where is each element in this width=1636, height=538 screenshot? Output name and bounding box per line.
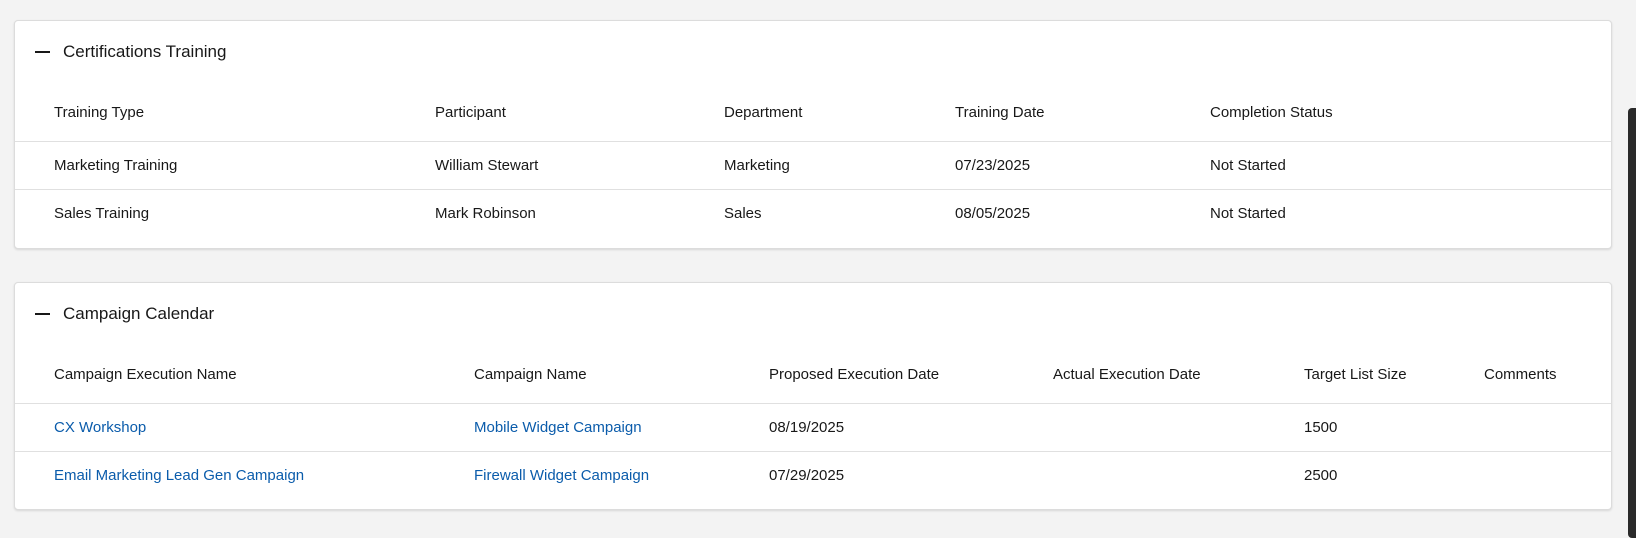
cell-campaign-name: Firewall Widget Campaign: [474, 451, 769, 499]
card-title: Campaign Calendar: [63, 304, 215, 323]
cell-completion-status: Not Started: [1210, 189, 1611, 237]
column-header-proposed-execution-date[interactable]: Proposed Execution Date: [769, 345, 1053, 404]
cell-proposed-execution-date: 08/19/2025: [769, 403, 1053, 452]
certifications-table: Training Type Participant Department Tra…: [15, 83, 1611, 237]
campaign-calendar-card: Campaign Calendar Campaign Execution Nam…: [14, 282, 1612, 510]
cell-training-type: Marketing Training: [15, 141, 435, 190]
cell-campaign-execution-name: CX Workshop: [15, 403, 474, 452]
column-header-training-type[interactable]: Training Type: [15, 83, 435, 142]
certifications-training-card: Certifications Training Training Type Pa…: [14, 20, 1612, 249]
column-header-comments[interactable]: Comments: [1484, 345, 1611, 404]
column-header-target-list-size[interactable]: Target List Size: [1304, 345, 1484, 404]
scrollbar-thumb[interactable]: [1628, 108, 1636, 538]
cell-comments: [1484, 451, 1611, 499]
cell-participant: William Stewart: [435, 141, 724, 190]
table-row: CX Workshop Mobile Widget Campaign 08/19…: [15, 403, 1611, 452]
column-header-campaign-name[interactable]: Campaign Name: [474, 345, 769, 404]
card-title: Certifications Training: [63, 42, 227, 61]
campaign-link[interactable]: Mobile Widget Campaign: [474, 419, 642, 436]
table-row: Sales Training Mark Robinson Sales 08/05…: [15, 189, 1611, 237]
cell-target-list-size: 1500: [1304, 403, 1484, 452]
collapse-icon[interactable]: [33, 305, 51, 323]
collapse-icon[interactable]: [33, 43, 51, 61]
vertical-scrollbar[interactable]: [1624, 0, 1636, 538]
campaign-execution-link[interactable]: CX Workshop: [54, 419, 146, 436]
column-header-training-date[interactable]: Training Date: [955, 83, 1210, 142]
certifications-training-header: Certifications Training: [15, 21, 1611, 83]
column-header-participant[interactable]: Participant: [435, 83, 724, 142]
table-row: Marketing Training William Stewart Marke…: [15, 141, 1611, 190]
cell-department: Marketing: [724, 141, 955, 190]
cell-campaign-execution-name: Email Marketing Lead Gen Campaign: [15, 451, 474, 499]
cell-target-list-size: 2500: [1304, 451, 1484, 499]
cell-actual-execution-date: [1053, 451, 1304, 499]
cell-department: Sales: [724, 189, 955, 237]
table-row: Email Marketing Lead Gen Campaign Firewa…: [15, 451, 1611, 499]
cell-proposed-execution-date: 07/29/2025: [769, 451, 1053, 499]
cell-training-date: 08/05/2025: [955, 189, 1210, 237]
campaign-execution-link[interactable]: Email Marketing Lead Gen Campaign: [54, 467, 304, 484]
cell-training-date: 07/23/2025: [955, 141, 1210, 190]
cell-actual-execution-date: [1053, 403, 1304, 452]
campaign-calendar-header: Campaign Calendar: [15, 283, 1611, 345]
cell-training-type: Sales Training: [15, 189, 435, 237]
cell-comments: [1484, 403, 1611, 452]
cell-campaign-name: Mobile Widget Campaign: [474, 403, 769, 452]
campaign-link[interactable]: Firewall Widget Campaign: [474, 467, 649, 484]
column-header-campaign-execution-name[interactable]: Campaign Execution Name: [15, 345, 474, 404]
campaign-calendar-table: Campaign Execution Name Campaign Name Pr…: [15, 345, 1611, 499]
table-header-row: Training Type Participant Department Tra…: [15, 83, 1611, 142]
cell-completion-status: Not Started: [1210, 141, 1611, 190]
column-header-completion-status[interactable]: Completion Status: [1210, 83, 1611, 142]
cell-participant: Mark Robinson: [435, 189, 724, 237]
column-header-actual-execution-date[interactable]: Actual Execution Date: [1053, 345, 1304, 404]
page-content: Certifications Training Training Type Pa…: [0, 0, 1624, 533]
column-header-department[interactable]: Department: [724, 83, 955, 142]
table-header-row: Campaign Execution Name Campaign Name Pr…: [15, 345, 1611, 404]
